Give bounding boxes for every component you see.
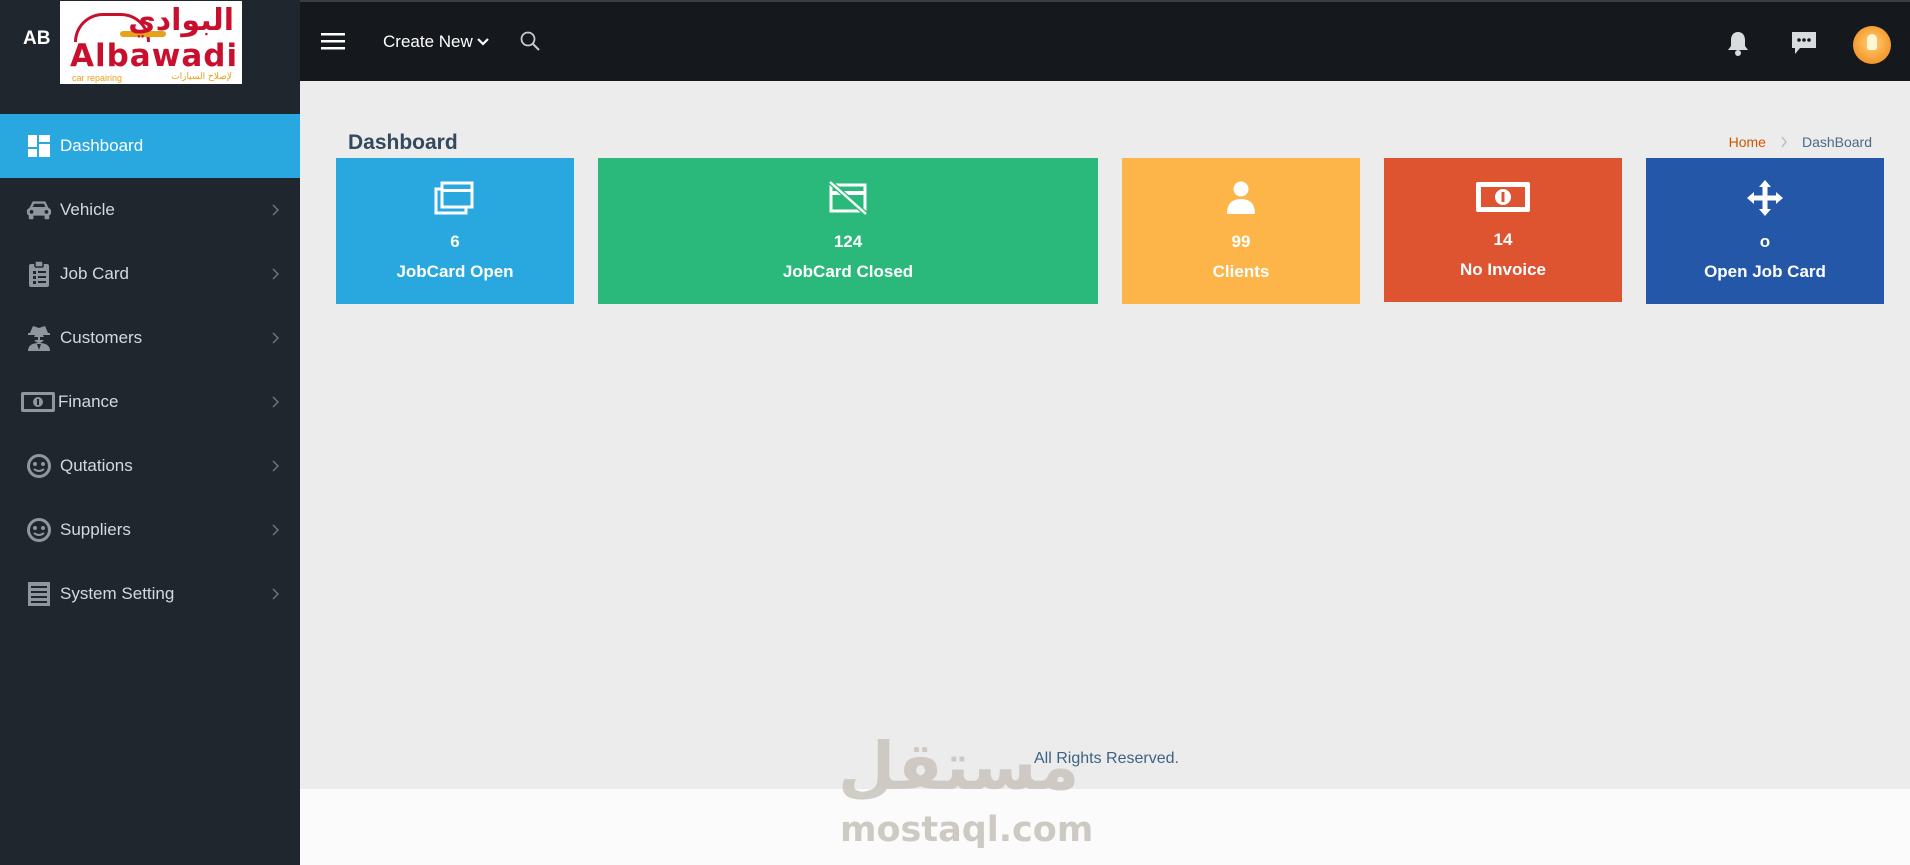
breadcrumb-current: DashBoard	[1801, 134, 1872, 150]
sidebar-item-label: System Setting	[60, 584, 175, 603]
sidebar-item-label: Suppliers	[60, 520, 131, 539]
top-bar: Create New	[300, 0, 1910, 81]
stat-label: JobCard Closed	[782, 262, 914, 281]
lightbulb-icon	[1867, 34, 1877, 50]
brand: AB البوادي Albawadi car repairing لإصلاح…	[0, 0, 300, 84]
sidebar-item-dashboard[interactable]: Dashboard	[0, 114, 300, 178]
money-bill-icon	[1476, 182, 1530, 212]
brand-logo[interactable]: البوادي Albawadi car repairing لإصلاح ال…	[60, 1, 242, 84]
chat-icon[interactable]	[1790, 30, 1818, 56]
chevron-right-icon	[1781, 136, 1787, 148]
chevron-right-icon	[272, 332, 280, 344]
stat-value: 124	[833, 232, 863, 251]
stat-value: o	[1759, 232, 1771, 251]
stat-card-jobcard-open[interactable]: 6 JobCard Open	[336, 158, 574, 304]
watermark-latin: mostaql.com	[840, 810, 1094, 850]
chevron-right-icon	[272, 204, 280, 216]
sidebar-item-job-card[interactable]: Job Card	[0, 242, 300, 306]
logo-latin-text: Albawadi	[70, 38, 239, 74]
sidebar-item-finance[interactable]: Finance	[0, 370, 300, 434]
sidebar-item-label: Vehicle	[60, 200, 115, 219]
stat-value: 6	[450, 232, 460, 251]
sidebar-item-label: Job Card	[60, 264, 129, 283]
stat-card-open-job-card[interactable]: o Open Job Card	[1646, 158, 1884, 304]
chevron-right-icon	[272, 588, 280, 600]
footer-band	[300, 789, 1910, 865]
stat-card-clients[interactable]: 99 Clients	[1122, 158, 1360, 304]
search-icon[interactable]	[519, 30, 541, 52]
sidebar-item-label: Finance	[58, 392, 119, 411]
smile-icon	[26, 453, 52, 479]
breadcrumb-home-link[interactable]: Home	[1729, 134, 1766, 150]
money-bill-icon	[20, 389, 56, 415]
list-icon	[26, 581, 52, 607]
logo-arabic-text: البوادي	[128, 3, 234, 38]
create-new-label: Create New	[383, 32, 473, 51]
chevron-right-icon	[272, 396, 280, 408]
sidebar-nav: Dashboard Vehicle Job Card Customers Fin…	[0, 114, 300, 626]
stat-card-no-invoice[interactable]: 14 No Invoice	[1384, 158, 1622, 302]
hamburger-menu-icon[interactable]	[320, 30, 346, 52]
sidebar-item-label: Dashboard	[60, 136, 144, 155]
dashboard-icon	[26, 133, 52, 159]
sidebar-item-vehicle[interactable]: Vehicle	[0, 178, 300, 242]
logo-subtitle: car repairing	[72, 73, 123, 83]
card-off-icon	[828, 180, 868, 216]
chevron-down-icon	[476, 38, 489, 46]
brand-abbr: AB	[23, 28, 51, 49]
sidebar-item-qutations[interactable]: Qutations	[0, 434, 300, 498]
smile-icon	[26, 517, 52, 543]
stat-value: 99	[1231, 232, 1251, 251]
user-secret-icon	[26, 325, 52, 351]
create-new-dropdown[interactable]: Create New	[383, 32, 489, 52]
sidebar-item-label: Customers	[60, 328, 143, 347]
avatar[interactable]	[1853, 26, 1891, 64]
sidebar-item-label: Qutations	[60, 456, 133, 475]
stat-value: 14	[1493, 230, 1513, 249]
sidebar-item-customers[interactable]: Customers	[0, 306, 300, 370]
sidebar-item-system-setting[interactable]: System Setting	[0, 562, 300, 626]
page-title: Dashboard	[348, 131, 458, 154]
arrows-move-icon	[1747, 180, 1783, 216]
stat-card-jobcard-closed[interactable]: 124 JobCard Closed	[598, 158, 1098, 304]
car-icon	[26, 197, 52, 223]
bell-icon[interactable]	[1725, 30, 1751, 58]
breadcrumb: Home DashBoard	[1729, 134, 1872, 150]
watermark-arabic: مستقل	[838, 728, 1080, 805]
stat-label: JobCard Open	[396, 262, 514, 281]
sidebar: AB البوادي Albawadi car repairing لإصلاح…	[0, 0, 300, 865]
sidebar-item-suppliers[interactable]: Suppliers	[0, 498, 300, 562]
stat-label: Open Job Card	[1704, 262, 1826, 281]
chevron-right-icon	[272, 268, 280, 280]
logo-subtitle-arabic: لإصلاح السيارات	[171, 72, 232, 82]
clipboard-icon	[26, 260, 52, 287]
chevron-right-icon	[272, 524, 280, 536]
copy-icon	[434, 181, 474, 215]
stat-label: Clients	[1212, 262, 1270, 281]
stat-label: No Invoice	[1460, 260, 1546, 279]
user-icon	[1227, 181, 1255, 214]
chevron-right-icon	[272, 460, 280, 472]
